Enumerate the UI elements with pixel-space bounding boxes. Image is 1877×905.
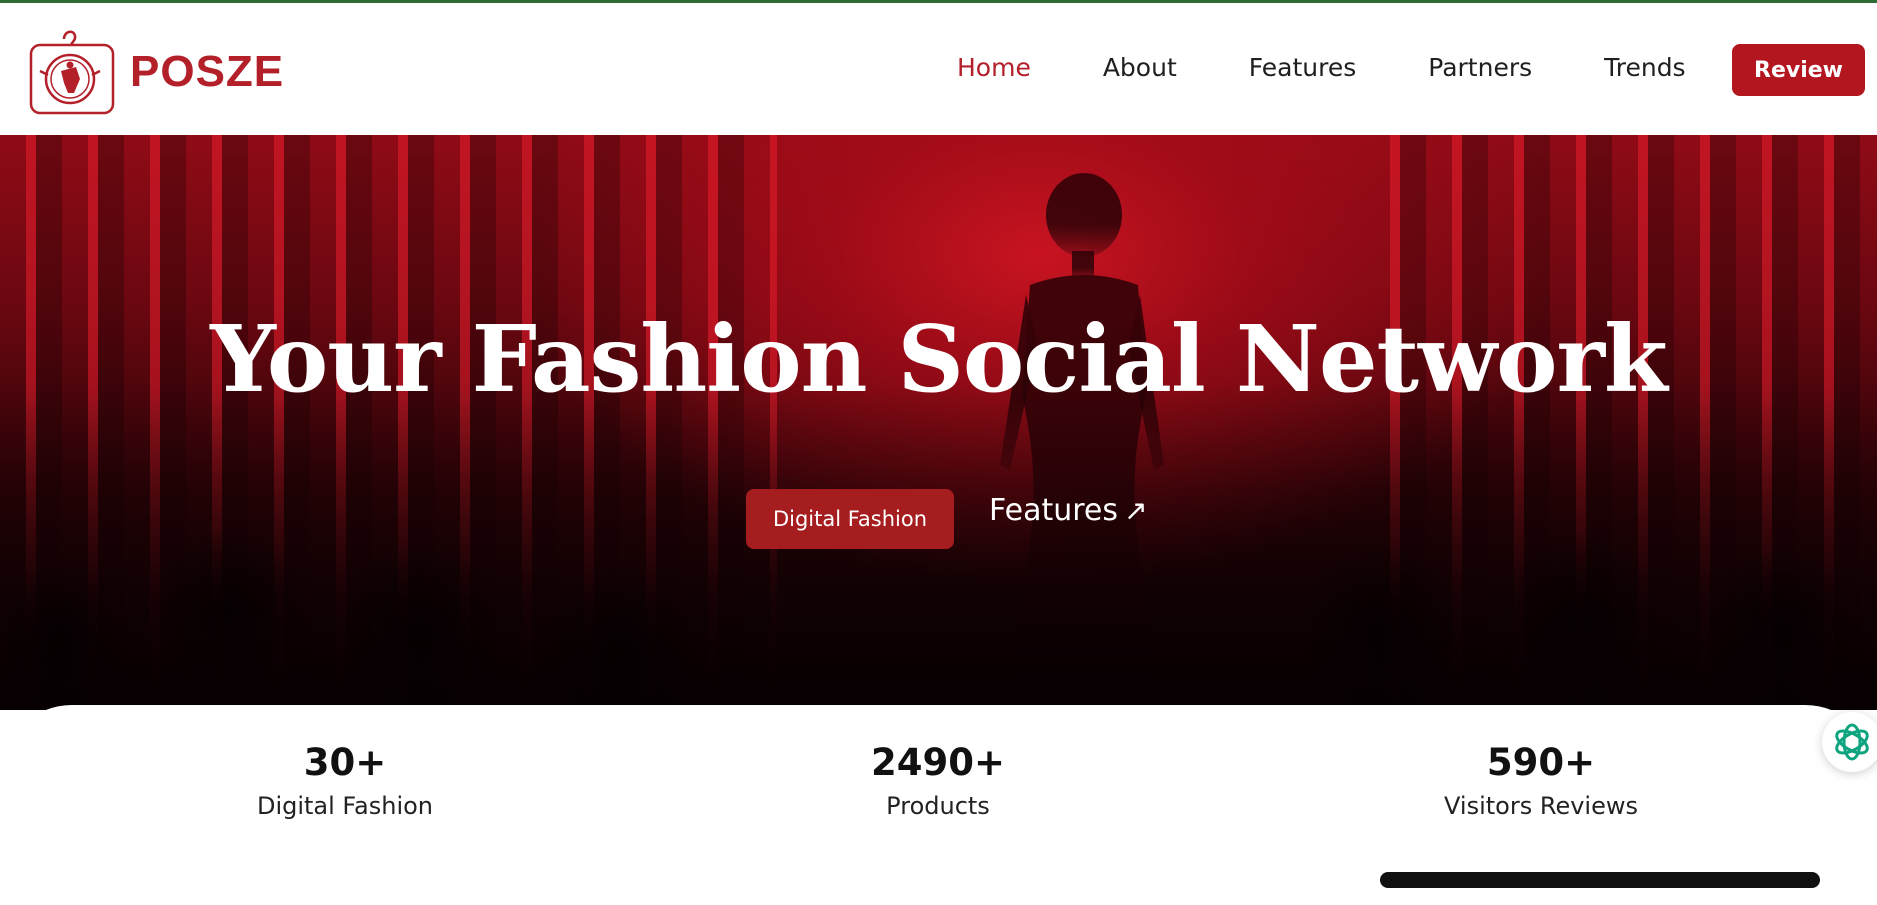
logo[interactable]: POSZE — [28, 27, 284, 117]
openai-knot-icon — [1835, 723, 1869, 761]
ai-assistant-button[interactable] — [1822, 712, 1877, 772]
digital-fashion-button[interactable]: Digital Fashion — [746, 489, 954, 549]
stat-visitors-reviews: 590+ Visitors Reviews — [1341, 741, 1741, 820]
main-nav: Home About Features Partners Trends — [957, 53, 1758, 82]
arrow-up-right-icon: ↗ — [1124, 494, 1148, 527]
brand-name: POSZE — [130, 47, 285, 96]
stat-value: 30+ — [303, 741, 387, 784]
hanger-logo-icon — [29, 30, 115, 115]
hero-title: Your Fashion Social Network — [210, 305, 1668, 413]
features-link-label: Features — [989, 493, 1118, 528]
nav-item-features[interactable]: Features — [1249, 53, 1357, 82]
nav-item-partners[interactable]: Partners — [1428, 53, 1532, 82]
nav-item-about[interactable]: About — [1103, 53, 1177, 82]
stat-value: 590+ — [1486, 741, 1596, 784]
features-link[interactable]: Features ↗ — [989, 493, 1147, 528]
nav-item-home[interactable]: Home — [957, 53, 1031, 82]
floating-bar — [1380, 872, 1820, 888]
review-button[interactable]: Review — [1732, 44, 1865, 96]
stat-label: Visitors Reviews — [1444, 792, 1638, 820]
stat-label: Products — [886, 792, 990, 820]
site-header: POSZE Home About Features Partners Trend… — [0, 3, 1877, 135]
stat-label: Digital Fashion — [256, 792, 434, 820]
stat-digital-fashion: 30+ Digital Fashion — [145, 741, 545, 820]
nav-item-trends[interactable]: Trends — [1604, 53, 1685, 82]
stat-value: 2490+ — [871, 741, 1005, 784]
stat-products: 2490+ Products — [738, 741, 1138, 820]
hero-section: Your Fashion Social Network Digital Fash… — [0, 135, 1877, 710]
